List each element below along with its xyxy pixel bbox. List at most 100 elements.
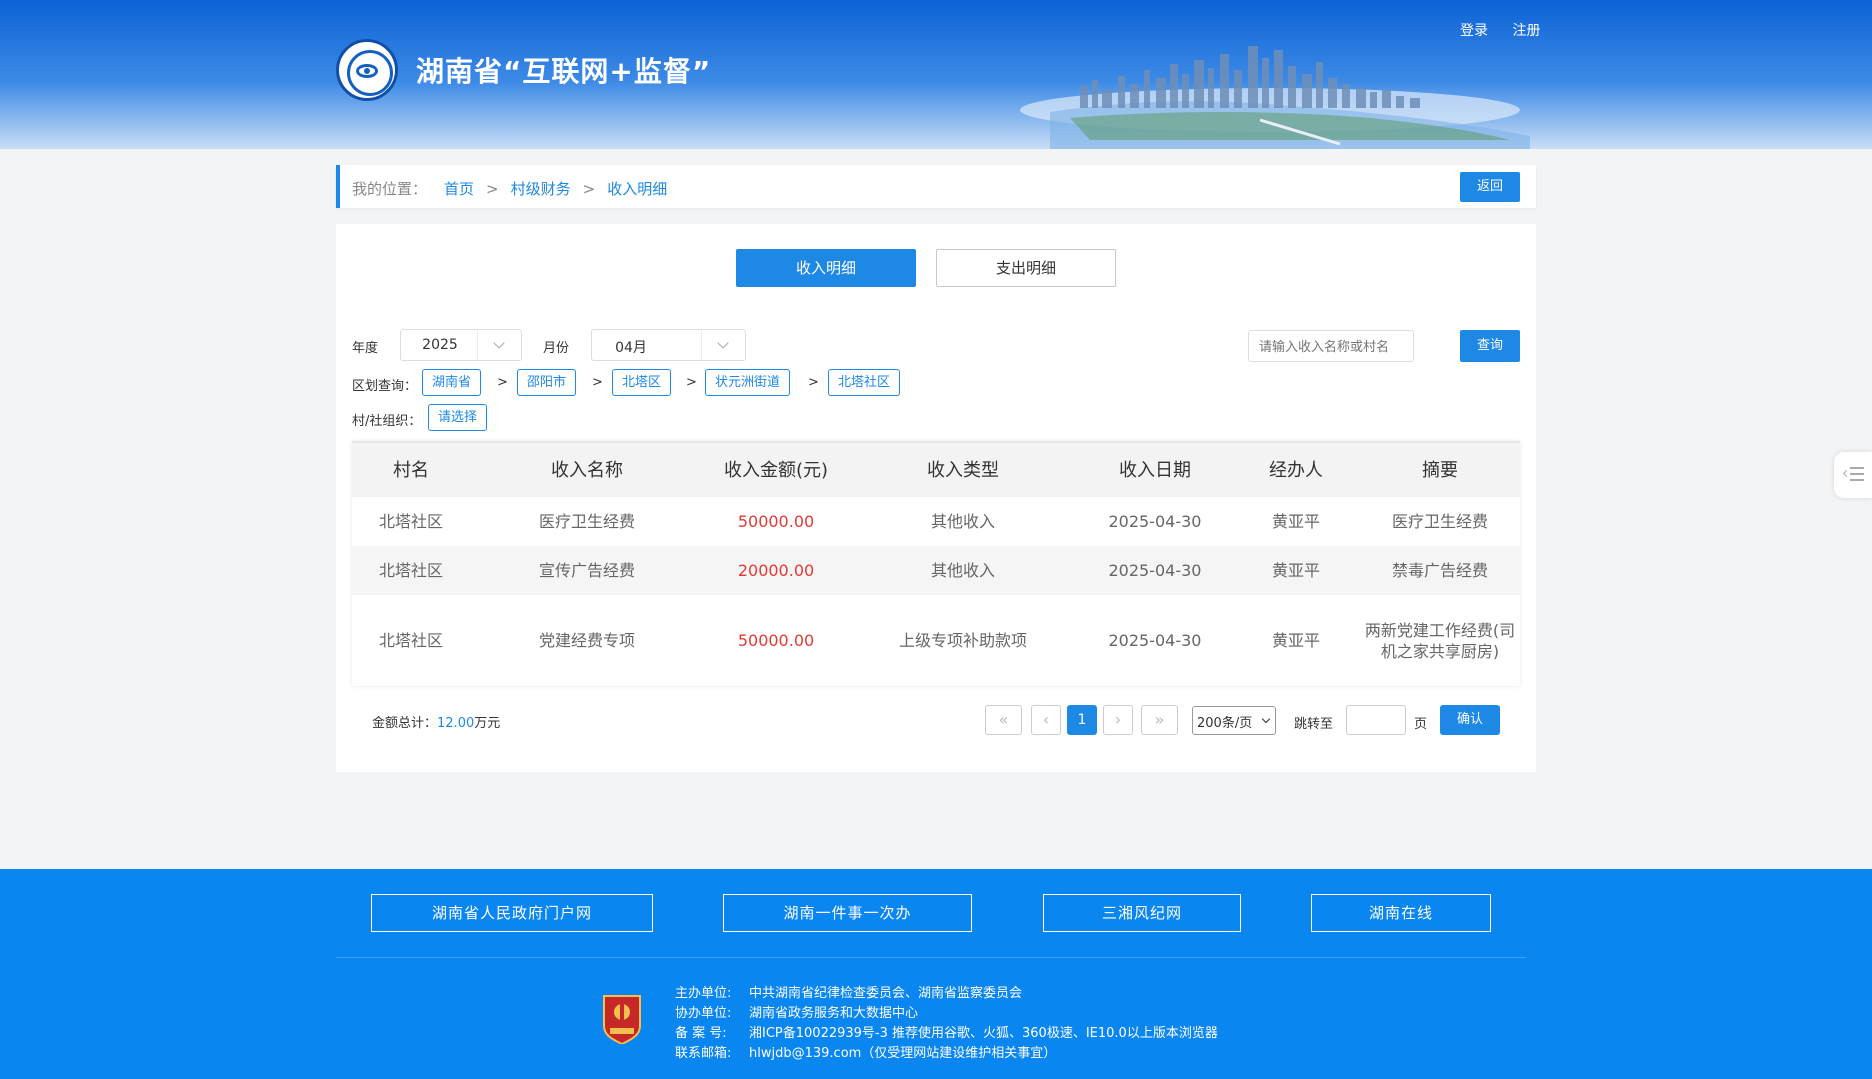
cell-handler: 黄亚平 <box>1271 512 1320 531</box>
cell-income-name: 党建经费专项 <box>538 631 635 650</box>
main-panel: 收入明细 支出明细 年度 2025 月份 04月 查询 区划查询： 湖南省 > … <box>336 224 1536 772</box>
site-header: 湖南省“互联网+监督” 登录 注册 <box>0 0 1872 149</box>
month-select[interactable]: 04月 <box>591 329 746 361</box>
cell-income-name: 宣传广告经费 <box>538 561 635 580</box>
footer-link-hunan-online[interactable]: 湖南在线 <box>1311 894 1491 932</box>
cell-village: 北塔社区 <box>378 631 443 650</box>
column-header: 收入类型 <box>927 459 999 481</box>
next-page-button[interactable]: › <box>1103 705 1133 735</box>
table-row[interactable]: 北塔社区 宣传广告经费 20000.00 其他收入 2025-04-30 黄亚平… <box>352 546 1520 595</box>
email-value[interactable]: hlwjdb@139.com（仅受理网站建设维护相关事宜） <box>749 1046 1056 1061</box>
footer-link-one-thing[interactable]: 湖南一件事一次办 <box>723 894 972 932</box>
email-label: 联系邮箱: <box>675 1046 732 1061</box>
confirm-jump-button[interactable]: 确认 <box>1440 705 1500 735</box>
cell-summary: 两新党建工作经费(司机之家共享厨房) <box>1364 620 1516 661</box>
cell-village: 北塔社区 <box>378 561 443 580</box>
year-select[interactable]: 2025 <box>400 329 522 361</box>
region-chip-province[interactable]: 湖南省 <box>422 369 482 396</box>
jump-page-input[interactable] <box>1346 705 1406 735</box>
site-footer: 湖南省人民政府门户网 湖南一件事一次办 三湘风纪网 湖南在线 主办单位: 中共湖南… <box>0 869 1872 1079</box>
last-page-button[interactable]: » <box>1141 705 1178 735</box>
table-row[interactable]: 北塔社区 党建经费专项 50000.00 上级专项补助款项 2025-04-30… <box>352 595 1520 686</box>
first-page-button[interactable]: « <box>985 705 1022 735</box>
column-header: 村名 <box>393 459 429 481</box>
tab-expense-detail[interactable]: 支出明细 <box>936 249 1116 287</box>
co-host-label: 协办单位: <box>675 1006 732 1021</box>
footer-divider <box>336 957 1526 958</box>
cell-handler: 黄亚平 <box>1271 561 1320 580</box>
cell-amount: 50000.00 <box>737 631 815 650</box>
prev-page-button[interactable]: ‹ <box>1031 705 1061 735</box>
total-unit: 万元 <box>474 716 501 731</box>
footer-link-sanxiang[interactable]: 三湘风纪网 <box>1043 894 1241 932</box>
region-chip-street[interactable]: 状元洲街道 <box>705 369 791 396</box>
column-header: 收入金额(元) <box>723 459 829 481</box>
org-select-chip[interactable]: 请选择 <box>428 404 488 431</box>
breadcrumb-separator: > <box>486 180 499 198</box>
page-size-value: 200条/页 <box>1197 716 1253 731</box>
region-separator: > <box>808 375 819 390</box>
search-input[interactable] <box>1248 330 1414 362</box>
total-label: 金额总计： <box>372 716 438 731</box>
region-label: 区划查询： <box>352 379 418 394</box>
table-header-row: 村名 收入名称 收入金额(元) 收入类型 收入日期 经办人 摘要 <box>352 441 1520 497</box>
cell-village: 北塔社区 <box>378 512 443 531</box>
cell-summary: 禁毒广告经费 <box>1391 561 1488 580</box>
region-chip-district[interactable]: 北塔区 <box>612 369 672 396</box>
side-menu-toggle[interactable] <box>1834 452 1872 498</box>
column-header: 经办人 <box>1269 459 1323 481</box>
icp-value[interactable]: 湘ICP备10022939号-3 推荐使用谷歌、火狐、360极速、IE10.0以… <box>749 1026 1218 1041</box>
footer-link-gov-portal[interactable]: 湖南省人民政府门户网 <box>371 894 653 932</box>
total-value: 12.00 <box>437 716 475 731</box>
cell-date: 2025-04-30 <box>1108 561 1202 580</box>
site-title: 湖南省“互联网+监督” <box>416 55 712 88</box>
region-chip-community[interactable]: 北塔社区 <box>828 369 901 396</box>
cell-income-type: 上级专项补助款项 <box>898 631 1027 650</box>
column-header: 收入日期 <box>1119 459 1191 481</box>
icp-label: 备 案 号: <box>675 1026 727 1041</box>
page-1-button[interactable]: 1 <box>1067 705 1097 735</box>
region-chip-city[interactable]: 邵阳市 <box>517 369 577 396</box>
chevron-down-icon <box>477 330 521 360</box>
host-label: 主办单位: <box>675 986 732 1001</box>
cell-income-name: 医疗卫生经费 <box>538 512 635 531</box>
cell-amount: 20000.00 <box>737 561 815 580</box>
register-link[interactable]: 注册 <box>1512 23 1540 39</box>
year-label: 年度 <box>352 341 379 356</box>
co-host-value: 湖南省政务服务和大数据中心 <box>749 1006 919 1021</box>
cell-date: 2025-04-30 <box>1108 512 1202 531</box>
org-label: 村/社组织： <box>352 414 422 429</box>
jump-label: 跳转至 <box>1294 717 1334 732</box>
region-separator: > <box>686 375 697 390</box>
breadcrumb-home[interactable]: 首页 <box>444 180 474 198</box>
tab-income-detail[interactable]: 收入明细 <box>736 249 916 287</box>
cell-handler: 黄亚平 <box>1271 631 1320 650</box>
income-table: 村名 收入名称 收入金额(元) 收入类型 收入日期 经办人 摘要 北塔社区 医疗… <box>352 441 1520 686</box>
breadcrumb: 我的位置： 首页 > 村级财务 > 收入明细 返回 <box>336 165 1536 208</box>
page-size-select[interactable]: 200条/页 <box>1192 706 1276 735</box>
breadcrumb-village-finance[interactable]: 村级财务 <box>511 180 571 198</box>
menu-collapse-icon <box>1846 467 1864 482</box>
host-value: 中共湖南省纪律检查委员会、湖南省监察委员会 <box>749 986 1023 1001</box>
breadcrumb-label: 我的位置： <box>352 180 428 198</box>
breadcrumb-separator: > <box>582 180 596 198</box>
page-unit-label: 页 <box>1414 717 1428 732</box>
month-label: 月份 <box>543 341 570 356</box>
cell-summary: 医疗卫生经费 <box>1391 512 1488 531</box>
breadcrumb-income-detail[interactable]: 收入明细 <box>607 180 667 198</box>
city-skyline-banner <box>1020 46 1530 149</box>
cell-income-type: 其他收入 <box>930 561 995 580</box>
region-separator: > <box>592 375 603 390</box>
login-link[interactable]: 登录 <box>1460 23 1488 39</box>
back-button[interactable]: 返回 <box>1460 172 1520 202</box>
chevron-down-icon <box>701 330 745 360</box>
table-row[interactable]: 北塔社区 医疗卫生经费 50000.00 其他收入 2025-04-30 黄亚平… <box>352 497 1520 546</box>
region-separator: > <box>497 375 508 390</box>
month-value: 04月 <box>615 340 647 356</box>
query-button[interactable]: 查询 <box>1460 330 1520 362</box>
column-header: 摘要 <box>1422 459 1458 481</box>
footer-info: 主办单位: 中共湖南省纪律检查委员会、湖南省监察委员会 协办单位: 湖南省政务服务和… <box>675 984 1218 1064</box>
site-logo-eye-icon[interactable] <box>336 39 398 101</box>
cell-date: 2025-04-30 <box>1108 631 1202 650</box>
party-government-emblem-icon[interactable] <box>600 992 644 1044</box>
